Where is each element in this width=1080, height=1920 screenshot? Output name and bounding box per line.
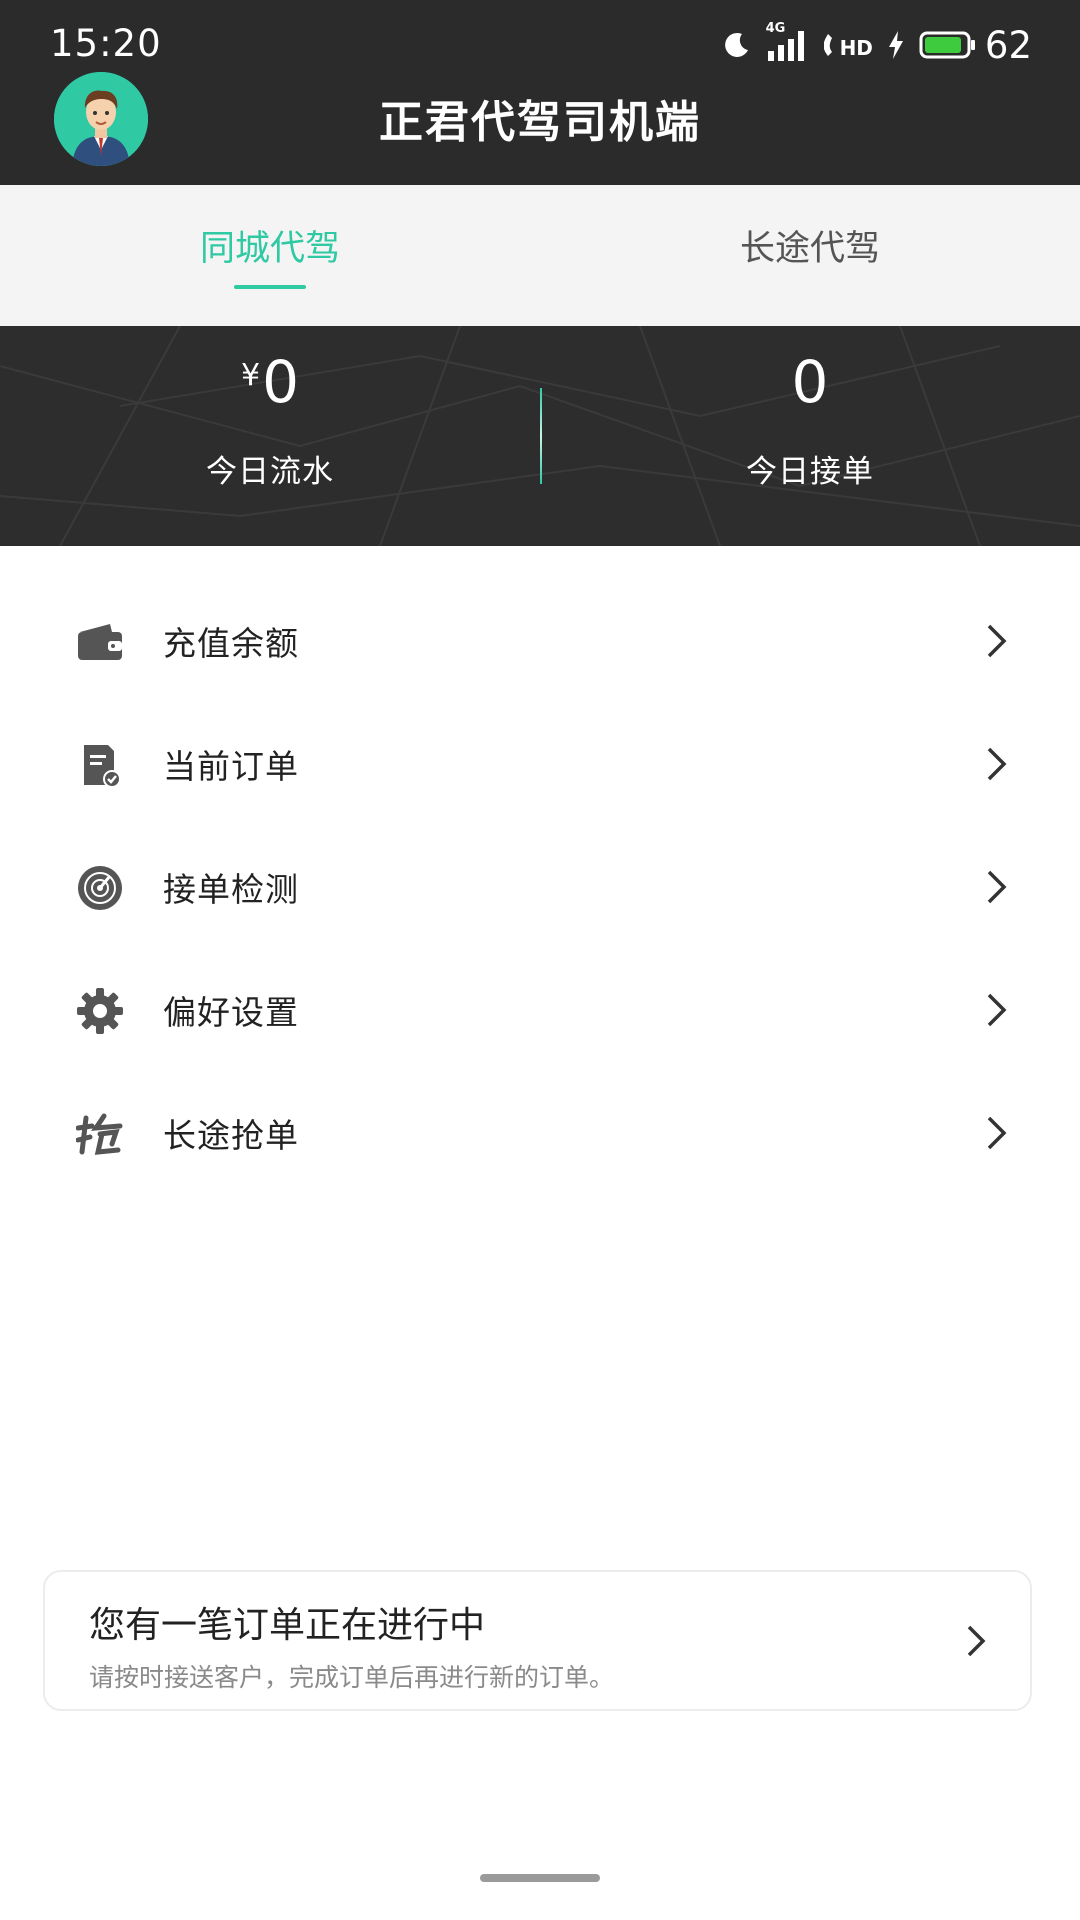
active-tab-indicator [234, 285, 306, 289]
chevron-right-icon [987, 870, 1007, 904]
daily-stats-panel: ¥0 今日流水 0 今日接单 [0, 326, 1080, 546]
notice-description: 请按时接送客户，完成订单后再进行新的订单。 [89, 1663, 615, 1692]
tab-long-distance-driving[interactable]: 长途代驾 [540, 185, 1080, 326]
tab-city-driving[interactable]: 同城代驾 [0, 185, 540, 326]
battery-indicator: 62 [919, 24, 1032, 67]
wallet-icon [78, 624, 122, 660]
today-revenue-value: ¥0 [0, 348, 540, 416]
charging-icon [888, 31, 903, 59]
app-title: 正君代驾司机端 [379, 97, 701, 148]
revenue-amount: 0 [262, 348, 299, 416]
chevron-right-icon [987, 993, 1007, 1027]
moon-icon [724, 32, 748, 57]
radar-icon [78, 866, 122, 910]
menu-item-preferences[interactable]: 偏好设置 [0, 949, 1080, 1072]
menu-item-long-distance-grab[interactable]: 长途抢单 [0, 1072, 1080, 1195]
chevron-right-icon [987, 1116, 1007, 1150]
menu-item-label: 接单检测 [163, 870, 299, 909]
menu-item-label: 当前订单 [163, 747, 299, 786]
chevron-right-icon [987, 624, 1007, 658]
app-header: 15:20 4G HD 62 正君代驾司机端 [0, 0, 1080, 185]
home-indicator[interactable] [480, 1874, 600, 1882]
today-orders: 0 今日接单 [540, 326, 1080, 546]
menu-item-label: 偏好设置 [163, 993, 299, 1032]
currency-symbol: ¥ [241, 358, 261, 393]
tab-label: 同城代驾 [199, 229, 340, 269]
battery-icon [919, 31, 975, 59]
grab-order-icon [76, 1113, 123, 1155]
menu-item-order-detection[interactable]: 接单检测 [0, 826, 1080, 949]
service-tabs: 同城代驾 长途代驾 [0, 185, 1080, 326]
menu-item-label: 长途抢单 [163, 1116, 299, 1155]
notice-title: 您有一笔订单正在进行中 [89, 1605, 486, 1646]
ongoing-order-notice[interactable]: 您有一笔订单正在进行中 请按时接送客户，完成订单后再进行新的订单。 [43, 1570, 1032, 1711]
today-orders-label: 今日接单 [746, 454, 874, 490]
gear-icon [77, 988, 123, 1034]
today-revenue: ¥0 今日流水 [0, 326, 540, 546]
status-icons: 4G HD 62 [722, 21, 1032, 68]
signal-icon: 4G [766, 21, 810, 63]
order-check-icon [84, 745, 121, 788]
status-time: 15:20 [50, 22, 162, 65]
battery-level: 62 [984, 23, 1032, 67]
today-revenue-label: 今日流水 [206, 454, 334, 490]
driver-menu: 充值余额 当前订单 接单检测 偏好设置 长途抢单 [0, 580, 1080, 1195]
tab-label: 长途代驾 [739, 229, 880, 269]
chevron-right-icon [987, 747, 1007, 781]
menu-item-current-order[interactable]: 当前订单 [0, 703, 1080, 826]
hd-call-icon: HD [823, 30, 873, 60]
today-orders-value: 0 [791, 348, 829, 416]
hd-label: HD [839, 36, 873, 60]
chevron-right-icon [967, 1625, 986, 1657]
menu-item-recharge-balance[interactable]: 充值余额 [0, 580, 1080, 703]
menu-item-label: 充值余额 [163, 624, 299, 663]
